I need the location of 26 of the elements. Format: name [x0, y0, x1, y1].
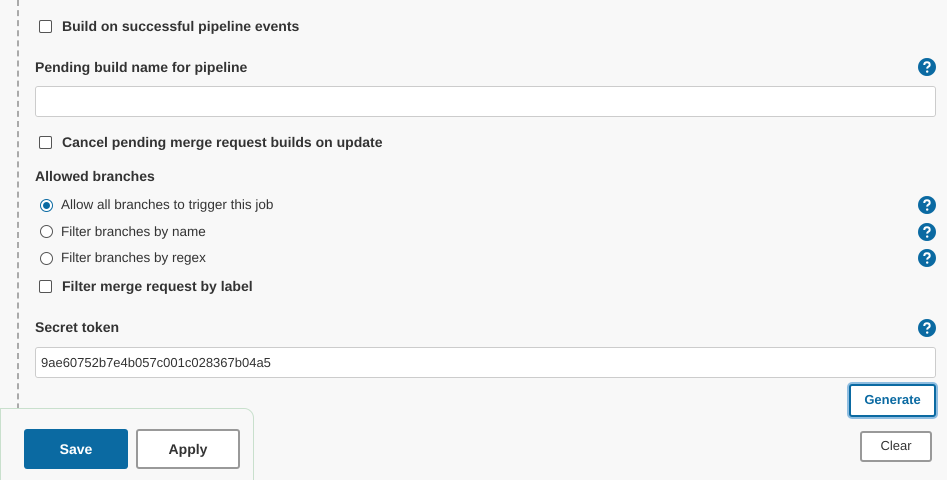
radio-label: Filter branches by regex [61, 249, 206, 268]
checkbox-label: Filter merge request by label [62, 277, 253, 296]
group-label: Allowed branches [35, 167, 156, 186]
radio-label: Filter branches by name [61, 222, 206, 241]
help-icon[interactable] [918, 222, 936, 241]
apply-button[interactable]: Apply [136, 429, 240, 469]
checkbox-label: Cancel pending merge request builds on update [62, 132, 382, 152]
field-label: Pending build name for pipeline [35, 58, 248, 77]
generate-button[interactable]: Generate [849, 384, 936, 416]
checkbox[interactable] [39, 280, 52, 293]
radio-button[interactable] [40, 252, 53, 265]
field-label: Secret token [35, 318, 120, 337]
radio-button[interactable] [40, 225, 53, 238]
radio-label: Allow all branches to trigger this job [61, 196, 274, 214]
radio-button[interactable] [40, 198, 53, 212]
help-icon[interactable] [918, 249, 936, 268]
clear-button[interactable]: Clear [860, 430, 932, 462]
save-button[interactable]: Save [24, 429, 128, 469]
help-icon[interactable] [918, 58, 936, 76]
help-icon[interactable] [918, 318, 936, 336]
text-field[interactable]: 9ae60752b7e4b057c001c028367b04a5 [35, 346, 936, 378]
text-field[interactable] [35, 86, 936, 117]
help-icon[interactable] [918, 196, 936, 214]
checkbox[interactable] [39, 136, 52, 148]
checkbox-label: Build on successful pipeline events [62, 16, 300, 36]
checkbox[interactable] [39, 20, 52, 32]
